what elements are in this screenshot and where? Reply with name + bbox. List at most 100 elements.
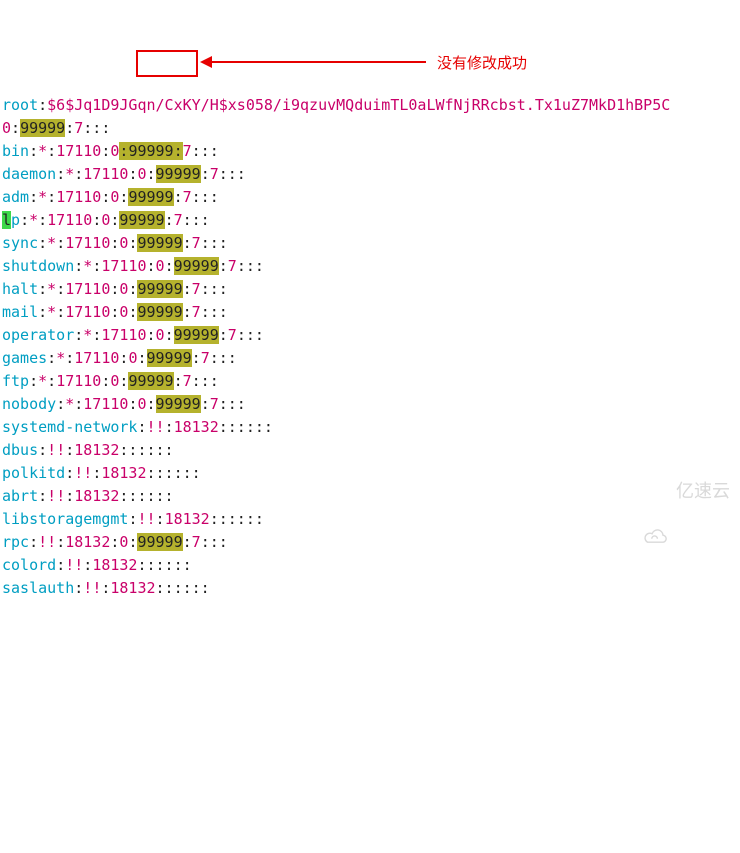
token-hl: 99999: [174, 257, 219, 275]
token-colon: :: [183, 303, 192, 321]
shadow-line: sync:*:17110:0:99999:7:::: [2, 232, 738, 255]
token-user: ftp: [2, 372, 29, 390]
watermark: 亿速云: [642, 480, 730, 503]
token-num: 7: [192, 303, 201, 321]
token-num: 17110: [83, 165, 128, 183]
token-num: 7: [201, 349, 210, 367]
token-ex: !: [38, 533, 47, 551]
token-num: 17110: [56, 372, 101, 390]
token-hl-l: l: [2, 211, 11, 229]
token-user: p: [11, 211, 20, 229]
shadow-line: mail:*:17110:0:99999:7:::: [2, 301, 738, 324]
token-colon: :: [56, 556, 65, 574]
token-colon: :: [147, 165, 156, 183]
token-colon: :: [92, 257, 101, 275]
cloud-icon: [642, 483, 670, 501]
token-num: 17110: [101, 257, 146, 275]
token-num: 18132: [74, 441, 119, 459]
token-hl: 99999: [119, 211, 164, 229]
token-colon: :: [201, 165, 210, 183]
token-colon: :: [92, 211, 101, 229]
token-colon: :: [74, 395, 83, 413]
token-colon: :: [56, 303, 65, 321]
token-colon: :::: [237, 257, 264, 275]
shadow-line: colord:!!:18132::::::: [2, 554, 738, 577]
token-user: shutdown: [2, 257, 74, 275]
token-hl: 99999: [156, 395, 201, 413]
token-colon: ::::::: [210, 510, 264, 528]
token-colon: ::::::: [147, 464, 201, 482]
annotation-arrow: [210, 61, 426, 63]
token-num: 7: [192, 234, 201, 252]
token-ex: !: [92, 579, 101, 597]
token-colon: :: [165, 418, 174, 436]
token-colon: :::: [83, 119, 110, 137]
token-colon: :: [29, 142, 38, 160]
token-hl: 99999: [20, 119, 65, 137]
token-ex: !: [56, 487, 65, 505]
token-hl: 99999: [147, 349, 192, 367]
token-colon: :::: [192, 372, 219, 390]
token-star: *: [56, 349, 65, 367]
token-num: 17110: [65, 303, 110, 321]
token-ex: !: [47, 441, 56, 459]
token-colon: ::::::: [119, 441, 173, 459]
token-colon: :: [219, 257, 228, 275]
token-colon: :: [128, 510, 137, 528]
watermark-text: 亿速云: [676, 480, 730, 503]
token-num: 7: [228, 326, 237, 344]
token-colon: :: [56, 533, 65, 551]
token-ex: !: [56, 441, 65, 459]
token-num: 0: [156, 257, 165, 275]
token-hl: :: [174, 142, 183, 160]
token-colon: :::: [210, 349, 237, 367]
shadow-line: 0:99999:7:::: [2, 117, 738, 140]
token-colon: :: [92, 326, 101, 344]
token-colon: :: [38, 211, 47, 229]
token-colon: :: [65, 441, 74, 459]
token-colon: :: [137, 418, 146, 436]
token-colon: :: [137, 349, 146, 367]
token-user: operator: [2, 326, 74, 344]
token-num: 7: [228, 257, 237, 275]
token-colon: :: [47, 349, 56, 367]
token-user: nobody: [2, 395, 56, 413]
token-num: 17110: [74, 349, 119, 367]
token-hl: 99999: [137, 280, 182, 298]
token-colon: :: [92, 464, 101, 482]
token-num: 7: [183, 372, 192, 390]
token-star: *: [47, 303, 56, 321]
token-colon: :: [65, 349, 74, 367]
token-colon: :: [74, 165, 83, 183]
token-hl: 99999: [128, 142, 173, 160]
token-star: *: [47, 234, 56, 252]
shadow-line: shutdown:*:17110:0:99999:7:::: [2, 255, 738, 278]
token-hl: 99999: [137, 234, 182, 252]
token-num: 17110: [65, 280, 110, 298]
token-user: rpc: [2, 533, 29, 551]
token-colon: ::::::: [137, 556, 191, 574]
shadow-line: daemon:*:17110:0:99999:7:::: [2, 163, 738, 186]
token-colon: :: [192, 349, 201, 367]
shadow-line: libstoragemgmt:!!:18132::::::: [2, 508, 738, 531]
token-num: 18132: [165, 510, 210, 528]
token-colon: :: [38, 96, 47, 114]
token-num: 18132: [174, 418, 219, 436]
token-colon: :: [20, 211, 29, 229]
token-colon: :: [11, 119, 20, 137]
token-colon: :: [165, 326, 174, 344]
token-ex: !: [156, 418, 165, 436]
token-num: 7: [183, 142, 192, 160]
token-colon: :::: [201, 303, 228, 321]
token-num: 17110: [83, 395, 128, 413]
token-colon: :: [83, 556, 92, 574]
token-colon: :: [56, 395, 65, 413]
token-ex: !: [74, 556, 83, 574]
token-colon: :::: [219, 165, 246, 183]
token-star: *: [47, 280, 56, 298]
token-ex: !: [65, 556, 74, 574]
token-num: 0: [156, 326, 165, 344]
shadow-line: abrt:!!:18132::::::: [2, 485, 738, 508]
shadow-line: lp:*:17110:0:99999:7:::: [2, 209, 738, 232]
token-ex: !: [83, 464, 92, 482]
